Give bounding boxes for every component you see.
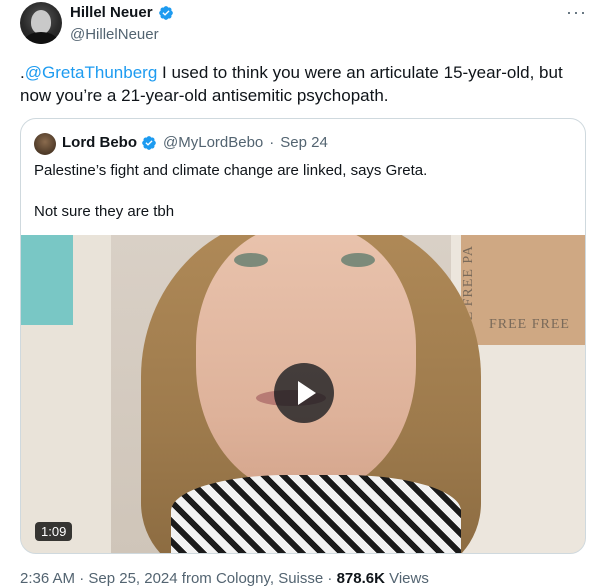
quote-verified-badge-icon [142, 135, 156, 150]
quote-display-name[interactable]: Lord Bebo [62, 134, 137, 151]
verified-badge-icon [158, 5, 173, 20]
quote-handle[interactable]: @MyLordBebo [163, 134, 263, 151]
play-button-icon[interactable] [274, 363, 334, 423]
views-count: 878.6K [336, 570, 385, 587]
tweet-footer: 2:36 AM · Sep 25, 2024 from Cologny, Sui… [20, 570, 429, 587]
video-player[interactable]: FREE FREE PA FREE FREE 1:09 [21, 235, 585, 553]
video-bg-teal-poster [21, 235, 73, 325]
views-label: Views [384, 570, 429, 587]
more-options-icon[interactable]: ··· [566, 2, 587, 23]
quote-text-line2: Not sure they are tbh [34, 203, 175, 220]
quoted-tweet[interactable]: Lord Bebo @MyLordBebo · Sep 24 Palestine… [20, 118, 586, 554]
poster-text-horizontal: FREE FREE [489, 317, 570, 332]
mention-link[interactable]: @GretaThunberg [25, 63, 158, 82]
quote-text-line1: Palestine’s fight and climate change are… [34, 162, 428, 179]
video-duration: 1:09 [35, 522, 73, 541]
video-subject-eye-right [341, 253, 375, 267]
tweet-text: .@GretaThunberg I used to think you were… [20, 61, 580, 107]
quote-author-row[interactable]: Lord Bebo @MyLordBebo · Sep 24 [62, 134, 328, 151]
video-subject-eye-left [234, 253, 268, 267]
quote-separator: · [269, 134, 275, 151]
avatar-face [31, 10, 51, 34]
video-subject-scarf [171, 475, 461, 553]
avatar-shoulders [24, 32, 58, 44]
author-avatar[interactable] [20, 2, 62, 44]
quote-author-avatar[interactable] [34, 133, 56, 155]
author-handle[interactable]: @HillelNeuer [70, 26, 159, 43]
tweet-timestamp[interactable]: 2:36 AM · Sep 25, 2024 from Cologny, Sui… [20, 570, 337, 587]
author-name-row[interactable]: Hillel Neuer [70, 4, 174, 21]
quote-date[interactable]: Sep 24 [280, 134, 328, 151]
author-display-name[interactable]: Hillel Neuer [70, 4, 153, 21]
